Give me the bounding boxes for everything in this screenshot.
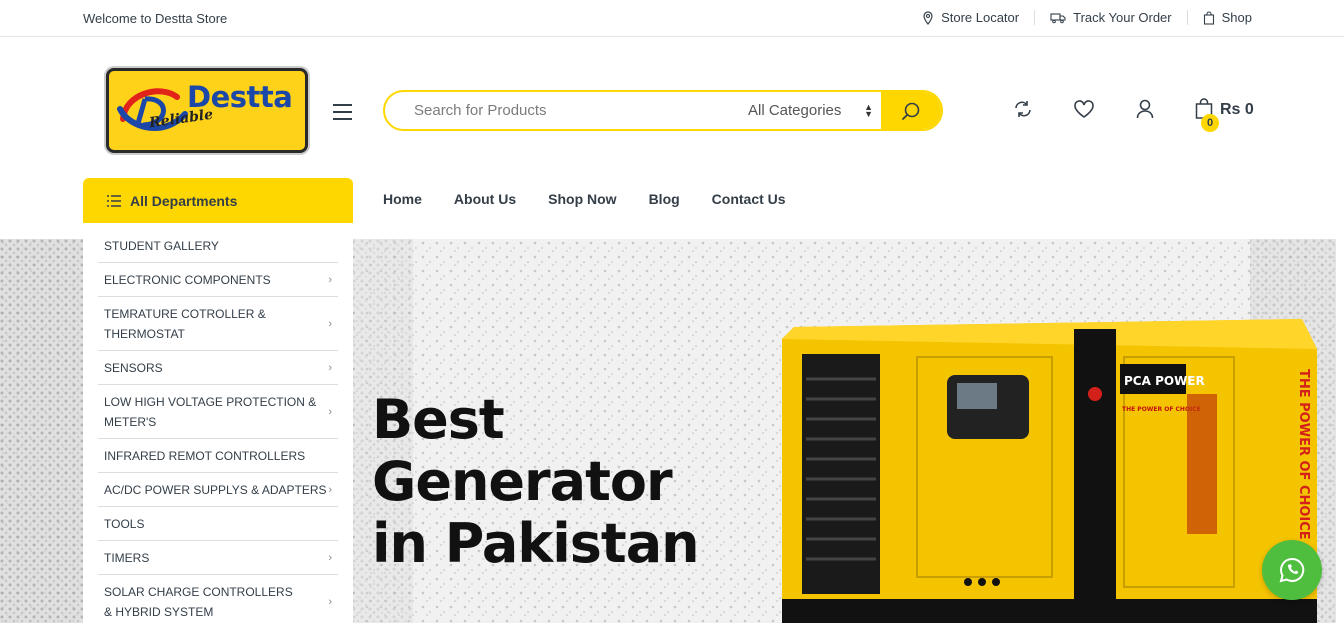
hero-headline: Best Generator in Pakistan bbox=[372, 388, 700, 575]
chevron-right-icon: › bbox=[328, 483, 332, 496]
top-links: Store Locator Track Your Order Shop bbox=[907, 10, 1252, 25]
hero-line-3: in Pakistan bbox=[372, 512, 700, 575]
whatsapp-chat-button[interactable] bbox=[1262, 540, 1322, 600]
chevron-right-icon: › bbox=[328, 551, 332, 564]
dept-item-label: STUDENT GALLERY bbox=[104, 238, 219, 253]
cart-button[interactable]: 0 Rs 0 bbox=[1195, 98, 1254, 132]
menu-toggle-button[interactable] bbox=[333, 104, 352, 125]
store-locator-link[interactable]: Store Locator bbox=[907, 10, 1034, 25]
compare-icon[interactable] bbox=[1012, 98, 1034, 120]
store-locator-label: Store Locator bbox=[941, 10, 1020, 25]
site-logo[interactable]: Destta Reliable bbox=[106, 68, 308, 153]
dept-item-label: SENSORS bbox=[104, 360, 163, 375]
hamburger-line bbox=[333, 111, 352, 113]
cart-total: Rs 0 bbox=[1220, 101, 1254, 118]
dept-item-label: INFRARED REMOT CONTROLLERS bbox=[104, 448, 306, 463]
dept-item-temperature-controller[interactable]: TEMRATURE COTROLLER & THERMOSTAT › bbox=[98, 297, 338, 351]
cart-count-badge: 0 bbox=[1201, 114, 1219, 132]
search-bar: All Categories ▲▼ bbox=[383, 90, 943, 131]
dept-item-label: TEMRATURE COTROLLER & THERMOSTAT bbox=[104, 306, 266, 341]
hero-line-2: Generator bbox=[372, 450, 673, 513]
nav-blog[interactable]: Blog bbox=[649, 191, 680, 207]
dept-item-voltage-protection[interactable]: LOW HIGH VOLTAGE PROTECTION & METER'S › bbox=[98, 385, 338, 439]
category-select[interactable]: All Categories ▲ ▼ bbox=[731, 102, 881, 119]
hero-line-1: Best bbox=[372, 388, 505, 451]
nav-about-us[interactable]: About Us bbox=[454, 191, 516, 207]
map-pin-icon bbox=[922, 10, 934, 25]
user-icon[interactable] bbox=[1134, 98, 1156, 120]
hamburger-line bbox=[333, 118, 352, 120]
shopping-bag-icon bbox=[1203, 10, 1215, 25]
heart-icon[interactable] bbox=[1073, 98, 1095, 120]
dept-item-label: LOW HIGH VOLTAGE PROTECTION & METER'S bbox=[104, 394, 317, 429]
dept-item-label: AC/DC POWER SUPPLYS & ADAPTERS bbox=[104, 482, 327, 497]
chevron-right-icon: › bbox=[328, 596, 332, 608]
dept-item-solar-charge[interactable]: SOLAR CHARGE CONTROLLERS & HYBRID SYSTEM… bbox=[98, 575, 338, 629]
chevron-right-icon: › bbox=[328, 361, 332, 374]
dept-item-timers[interactable]: TIMERS › bbox=[98, 541, 338, 575]
header-icons bbox=[1012, 98, 1195, 120]
dept-item-label: TOOLS bbox=[104, 516, 145, 531]
dept-item-sensors[interactable]: SENSORS › bbox=[98, 351, 338, 385]
dept-item-student-gallery[interactable]: STUDENT GALLERY bbox=[98, 229, 338, 263]
search-button[interactable] bbox=[881, 92, 941, 129]
whatsapp-icon bbox=[1279, 557, 1305, 583]
top-bar: Welcome to Destta Store Store Locator Tr… bbox=[0, 0, 1344, 37]
nav-shop-now[interactable]: Shop Now bbox=[548, 191, 616, 207]
list-icon bbox=[107, 194, 121, 207]
chevron-right-icon: › bbox=[328, 405, 332, 418]
all-departments-button[interactable]: All Departments bbox=[83, 178, 353, 223]
track-order-label: Track Your Order bbox=[1073, 10, 1172, 25]
dept-item-label: SOLAR CHARGE CONTROLLERS & HYBRID SYSTEM bbox=[104, 585, 293, 619]
nav-home[interactable]: Home bbox=[383, 191, 422, 207]
dept-item-tools[interactable]: TOOLS bbox=[98, 507, 338, 541]
nav-contact-us[interactable]: Contact Us bbox=[712, 191, 786, 207]
search-input[interactable] bbox=[385, 92, 731, 129]
select-arrows-icon: ▲ ▼ bbox=[864, 101, 873, 119]
welcome-text: Welcome to Destta Store bbox=[83, 11, 228, 26]
dept-item-label: ELECTRONIC COMPONENTS bbox=[104, 272, 271, 287]
generator-brand-text: PCA POWER bbox=[1124, 374, 1205, 388]
hamburger-line bbox=[333, 104, 352, 106]
dept-item-label: TIMERS bbox=[104, 550, 150, 565]
dept-item-infrared-remote[interactable]: INFRARED REMOT CONTROLLERS bbox=[98, 439, 338, 473]
dept-item-power-supplies[interactable]: AC/DC POWER SUPPLYS & ADAPTERS › bbox=[98, 473, 338, 507]
main-nav: Home About Us Shop Now Blog Contact Us bbox=[383, 191, 786, 207]
generator-side-text: THE POWER OF CHOICE bbox=[1296, 369, 1311, 540]
truck-icon bbox=[1050, 12, 1066, 24]
generator-image: PCA POWER THE POWER OF CHOICE THE POWER … bbox=[782, 319, 1317, 623]
dept-item-electronic-components[interactable]: ELECTRONIC COMPONENTS › bbox=[98, 263, 338, 297]
chevron-right-icon: › bbox=[328, 317, 332, 330]
shop-label: Shop bbox=[1221, 10, 1252, 25]
search-icon bbox=[902, 102, 920, 120]
category-select-value: All Categories bbox=[748, 102, 842, 119]
chevron-right-icon: › bbox=[328, 273, 332, 286]
track-order-link[interactable]: Track Your Order bbox=[1035, 10, 1187, 25]
all-departments-label: All Departments bbox=[130, 192, 238, 209]
shop-link[interactable]: Shop bbox=[1188, 10, 1252, 25]
department-list: STUDENT GALLERY ELECTRONIC COMPONENTS › … bbox=[83, 229, 353, 623]
